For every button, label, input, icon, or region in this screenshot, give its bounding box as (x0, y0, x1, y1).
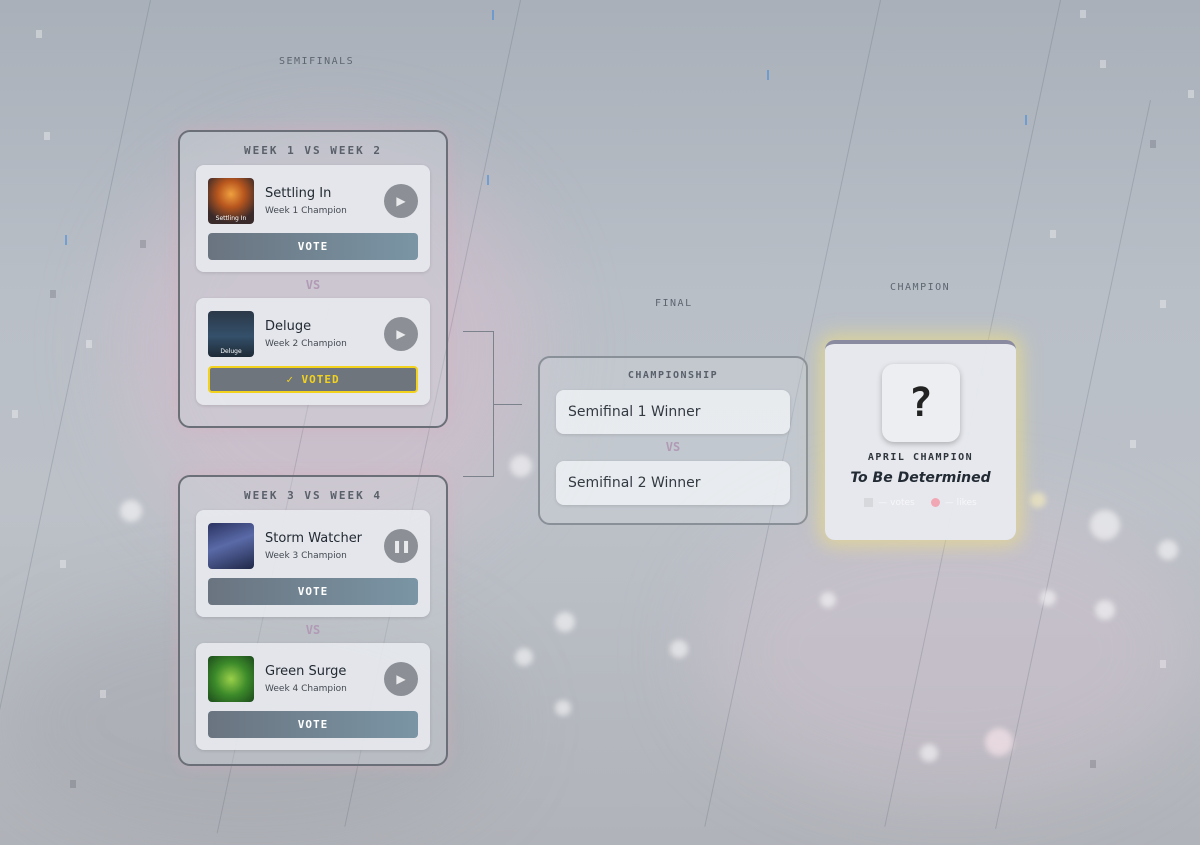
vs-label: VS (665, 440, 681, 454)
entry-card: Settling In Settling In Week 1 Champion … (196, 165, 430, 272)
song-title: Storm Watcher (265, 531, 363, 546)
play-icon: ▶ (396, 672, 406, 686)
final-card: CHAMPIONSHIP Semifinal 1 Winner VS Semif… (538, 356, 808, 525)
bracket-connector (463, 476, 493, 477)
album-art-storm-watcher (208, 523, 254, 569)
album-art-deluge: Deluge (208, 311, 254, 357)
entry-card: Green Surge Week 4 Champion ▶ VOTE (196, 643, 430, 750)
song-title: Green Surge (265, 664, 347, 679)
play-button[interactable]: ▶ (384, 184, 418, 218)
song-subtitle: Week 4 Champion (265, 684, 347, 694)
question-mark-icon: ? (881, 364, 960, 442)
bracket-connector (463, 331, 493, 332)
vote-button[interactable]: VOTE (208, 233, 418, 260)
entry-card: Deluge Deluge Week 2 Champion ▶ ✓ VOTED (196, 298, 430, 405)
entry-card: Storm Watcher Week 3 Champion ❚❚ VOTE (196, 510, 430, 617)
song-subtitle: Week 2 Champion (265, 339, 347, 349)
album-art-caption: Deluge (220, 348, 242, 355)
champion-name: To Be Determined (850, 470, 991, 486)
vote-button[interactable]: VOTE (208, 578, 418, 605)
votes-stat: — votes (864, 498, 915, 508)
pause-button[interactable]: ❚❚ (384, 529, 418, 563)
champion-card: ? APRIL CHAMPION To Be Determined — vote… (825, 340, 1016, 540)
heart-icon (930, 498, 940, 507)
album-art-caption: Settling In (215, 215, 247, 222)
final-title: CHAMPIONSHIP (627, 370, 719, 381)
play-button[interactable]: ▶ (384, 662, 418, 696)
likes-stat: — likes (930, 498, 977, 508)
voted-button[interactable]: ✓ VOTED (208, 366, 418, 393)
final-slot-2: Semifinal 2 Winner (556, 461, 790, 505)
vs-label: VS (305, 278, 321, 292)
match-title: WEEK 3 VS WEEK 4 (244, 489, 382, 502)
song-subtitle: Week 1 Champion (265, 206, 347, 216)
album-art-green-surge (208, 656, 254, 702)
match-title: WEEK 1 VS WEEK 2 (244, 144, 382, 157)
stage-label-final: FINAL (655, 298, 693, 309)
semifinal-1-card: WEEK 1 VS WEEK 2 Settling In Settling In… (178, 130, 448, 428)
stage-label-semifinals: SEMIFINALS (279, 56, 355, 67)
play-icon: ▶ (396, 194, 406, 208)
album-art-settling-in: Settling In (208, 178, 254, 224)
chart-icon (864, 498, 874, 507)
song-title: Settling In (265, 186, 332, 201)
stage-label-champion: CHAMPION (890, 282, 951, 293)
likes-count: — likes (944, 498, 977, 508)
semifinal-2-card: WEEK 3 VS WEEK 4 Storm Watcher Week 3 Ch… (178, 475, 448, 766)
vote-button[interactable]: VOTE (208, 711, 418, 738)
bracket-connector (493, 404, 522, 405)
song-title: Deluge (265, 319, 312, 334)
votes-count: — votes (878, 498, 915, 508)
champion-label: APRIL CHAMPION (867, 452, 974, 463)
champion-stats: — votes — likes (825, 498, 1016, 508)
play-icon: ▶ (396, 327, 406, 341)
vs-label: VS (305, 623, 321, 637)
song-subtitle: Week 3 Champion (265, 551, 347, 561)
pause-icon: ❚❚ (391, 539, 411, 553)
play-button[interactable]: ▶ (384, 317, 418, 351)
final-slot-1: Semifinal 1 Winner (556, 390, 790, 434)
